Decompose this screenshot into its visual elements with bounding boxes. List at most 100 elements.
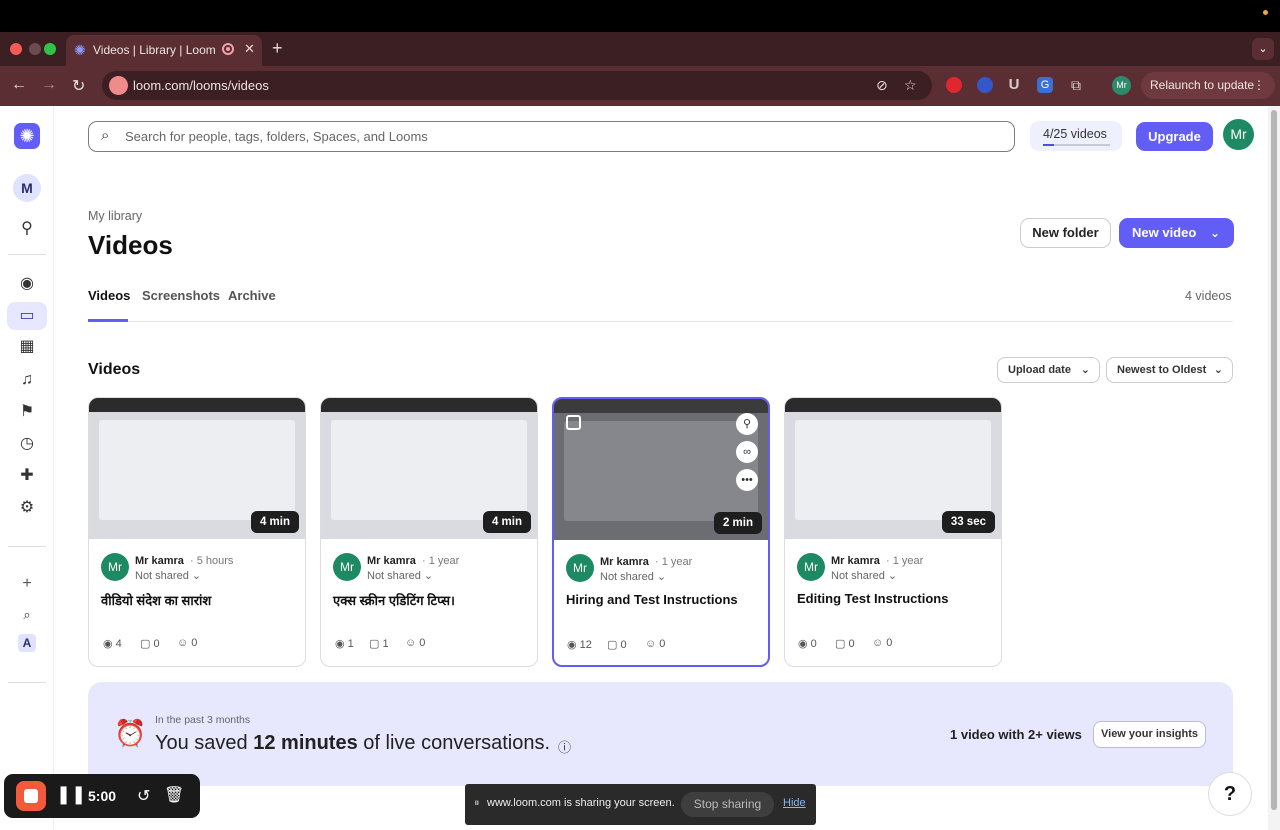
- comments-stat: ▢ 0: [607, 638, 627, 651]
- share-status-dropdown[interactable]: Not shared ⌄: [135, 569, 201, 582]
- library-icon[interactable]: ▭: [7, 302, 47, 330]
- bookmark-icon[interactable]: ⚑: [16, 401, 38, 423]
- search-input[interactable]: [125, 122, 995, 151]
- share-status-dropdown[interactable]: Not shared ⌄: [367, 569, 433, 582]
- tabs-divider: [88, 321, 1233, 322]
- new-tab-button[interactable]: +: [272, 38, 283, 59]
- owner-name[interactable]: Mr kamra: [831, 555, 880, 567]
- chevron-down-icon: ⌄: [1080, 364, 1090, 376]
- search-icon[interactable]: ⌕: [16, 604, 38, 626]
- address-bar[interactable]: loom.com/looms/videos ⊘ ☆: [102, 71, 932, 100]
- share-status-dropdown[interactable]: Not shared ⌄: [600, 570, 666, 583]
- drag-handle-icon[interactable]: ⏸: [474, 797, 480, 810]
- share-user-icon[interactable]: ⚲: [736, 413, 758, 435]
- url-text[interactable]: loom.com/looms/videos: [133, 78, 269, 93]
- upgrade-button[interactable]: Upgrade: [1136, 122, 1213, 151]
- user-avatar[interactable]: Mr: [1223, 119, 1254, 150]
- video-quota-meter[interactable]: 4/25 videos: [1030, 121, 1122, 151]
- site-mic-icon[interactable]: [109, 76, 128, 95]
- tab-close-icon[interactable]: ✕: [244, 41, 255, 57]
- owner-name[interactable]: Mr kamra: [600, 556, 649, 568]
- video-card-hovered[interactable]: ⚲ ∞ ••• 2 min Mr Mr kamra · 1 year Not s…: [552, 397, 770, 667]
- sort-order-dropdown[interactable]: Newest to Oldest ⌄: [1106, 357, 1233, 383]
- share-status-dropdown[interactable]: Not shared ⌄: [831, 569, 897, 582]
- help-button[interactable]: ?: [1208, 772, 1252, 816]
- add-icon[interactable]: +: [16, 573, 38, 595]
- forward-arrow-icon[interactable]: →: [41, 76, 57, 94]
- extension-u-icon[interactable]: U: [1006, 77, 1022, 93]
- space-avatar[interactable]: A: [18, 634, 36, 652]
- owner-name[interactable]: Mr kamra: [367, 555, 416, 567]
- page-scrollbar[interactable]: [1268, 106, 1280, 830]
- video-thumbnail[interactable]: ⚲ ∞ ••• 2 min: [554, 399, 768, 540]
- video-thumbnail[interactable]: 33 sec: [785, 398, 1001, 539]
- window-minimize-button[interactable]: [29, 43, 41, 55]
- thumbnail-screen: [331, 420, 527, 520]
- card-actions: ⚲ ∞ •••: [736, 413, 758, 497]
- camera-blocked-icon[interactable]: ⊘: [876, 77, 888, 94]
- window-zoom-button[interactable]: [44, 43, 56, 55]
- comment-icon: ▢: [607, 639, 621, 651]
- reload-icon[interactable]: ↻: [72, 76, 85, 96]
- video-title[interactable]: Editing Test Instructions: [797, 591, 948, 606]
- video-thumbnail[interactable]: 4 min: [321, 398, 537, 539]
- window-close-button[interactable]: [10, 43, 22, 55]
- extensions-puzzle-icon[interactable]: ⧉: [1068, 77, 1084, 93]
- tab-archive[interactable]: Archive: [228, 288, 276, 303]
- relaunch-button[interactable]: Relaunch to update ⋮: [1141, 72, 1275, 99]
- history-clock-icon[interactable]: ◷: [16, 433, 38, 455]
- new-folder-button[interactable]: New folder: [1020, 218, 1111, 248]
- video-thumbnail[interactable]: 4 min: [89, 398, 305, 539]
- invite-user-icon[interactable]: ⚲: [16, 218, 38, 240]
- tab-search-chevron-icon[interactable]: ⌄: [1252, 38, 1274, 60]
- video-title[interactable]: वीडियो संदेश का सारांश: [101, 591, 211, 609]
- profile-avatar[interactable]: Mr: [1112, 76, 1131, 95]
- trash-icon[interactable]: 🗑: [164, 785, 184, 805]
- search-icon: ⌕: [101, 127, 110, 144]
- pause-icon[interactable]: ❚❚: [56, 784, 86, 805]
- video-card[interactable]: 4 min Mr Mr kamra · 1 year Not shared ⌄ …: [320, 397, 538, 667]
- breadcrumb[interactable]: My library: [88, 209, 142, 223]
- chevron-down-icon: ⌄: [656, 571, 667, 583]
- hide-link[interactable]: Hide: [783, 797, 806, 809]
- stop-recording-button[interactable]: [16, 781, 46, 811]
- video-card[interactable]: 33 sec Mr Mr kamra · 1 year Not shared ⌄…: [784, 397, 1002, 667]
- sort-field-dropdown[interactable]: Upload date ⌄: [997, 357, 1100, 383]
- scrollbar-thumb[interactable]: [1271, 110, 1277, 810]
- settings-gear-icon[interactable]: ⚙: [16, 497, 38, 519]
- extension-red-icon[interactable]: [946, 77, 962, 93]
- select-checkbox[interactable]: [566, 415, 581, 430]
- video-title[interactable]: Hiring and Test Instructions: [566, 592, 738, 607]
- browser-tab-active[interactable]: ✺ Videos | Library | Loom ✕: [66, 35, 262, 66]
- workspace-avatar[interactable]: M: [13, 174, 41, 202]
- notifications-bell-icon[interactable]: ♫: [16, 369, 38, 391]
- views-count: 1: [347, 638, 354, 650]
- comment-icon: ▢: [835, 638, 849, 650]
- view-insights-button[interactable]: View your insights: [1093, 721, 1206, 748]
- video-card[interactable]: 4 min Mr Mr kamra · 5 hours Not shared ⌄…: [88, 397, 306, 667]
- tab-videos[interactable]: Videos: [88, 288, 130, 303]
- new-video-button[interactable]: New video ⌄: [1119, 218, 1234, 248]
- owner-name[interactable]: Mr kamra: [135, 555, 184, 567]
- active-tab-indicator: [88, 319, 128, 322]
- stop-sharing-button[interactable]: Stop sharing: [681, 792, 774, 817]
- more-options-icon[interactable]: •••: [736, 469, 758, 491]
- gift-icon[interactable]: ✚: [16, 465, 38, 487]
- saved-prefix: You saved: [155, 732, 254, 754]
- recording-tab-icon: [222, 43, 234, 55]
- back-arrow-icon[interactable]: ←: [11, 76, 27, 94]
- reactions-count: 0: [659, 638, 666, 650]
- bookmark-star-icon[interactable]: ☆: [904, 77, 917, 94]
- translate-extension-icon[interactable]: G: [1037, 77, 1053, 93]
- copy-link-icon[interactable]: ∞: [736, 441, 758, 463]
- tab-screenshots[interactable]: Screenshots: [142, 288, 220, 303]
- video-title[interactable]: एक्स स्क्रीन एडिटिंग टिप्स।: [333, 591, 455, 609]
- restart-icon[interactable]: ↺: [137, 786, 150, 806]
- global-search[interactable]: ⌕: [88, 121, 1015, 152]
- calendar-icon[interactable]: ▦: [16, 336, 38, 358]
- os-top-bar: [0, 0, 1280, 32]
- info-icon[interactable]: ⓘ: [558, 737, 571, 756]
- loom-logo-icon[interactable]: ✺: [14, 123, 40, 149]
- extension-blue-icon[interactable]: [977, 77, 993, 93]
- profile-icon[interactable]: ◉: [16, 273, 38, 295]
